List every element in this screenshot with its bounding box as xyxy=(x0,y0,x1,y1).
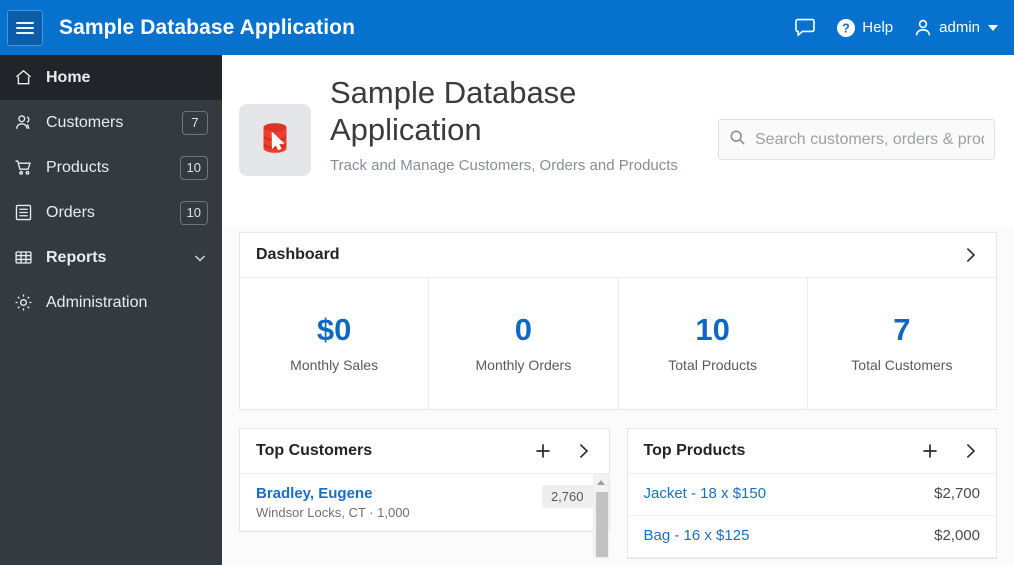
people-icon xyxy=(14,113,40,132)
chevron-down-icon[interactable] xyxy=(192,250,208,266)
sidebar-item-label: Customers xyxy=(46,113,124,131)
sidebar-badge-customers: 7 xyxy=(182,110,208,135)
top-customers-scrollbar[interactable] xyxy=(592,474,609,559)
table-row[interactable]: Jacket - 18 x $150 $2,700 xyxy=(627,474,996,516)
sidebar-item-orders[interactable]: Orders 10 xyxy=(0,190,222,235)
hero-text: Sample Database Application Track and Ma… xyxy=(330,75,700,176)
plus-icon[interactable] xyxy=(533,441,553,461)
list-icon xyxy=(14,203,40,222)
svg-text:?: ? xyxy=(842,21,850,35)
product-name-link[interactable]: Jacket - 18 x $150 xyxy=(644,485,767,502)
kpi-total-customers[interactable]: 7 Total Customers xyxy=(808,278,996,409)
hero-section: Sample Database Application Track and Ma… xyxy=(222,55,1014,227)
top-customers-card: Top Customers Bradley, Eugene Windsor Lo… xyxy=(239,428,610,532)
chevron-right-icon[interactable] xyxy=(960,245,980,265)
top-customers-title: Top Customers xyxy=(256,442,373,459)
sidebar-item-products[interactable]: Products 10 xyxy=(0,145,222,190)
top-products-card: Top Products Jacket - 18 x $150 $2,700 B… xyxy=(626,428,997,559)
sidebar-navigation: Home Customers 7 Products 10 Orders 10 R… xyxy=(0,55,222,565)
kpi-value: 7 xyxy=(893,312,911,347)
table-row[interactable]: Bag - 16 x $125 $2,000 xyxy=(627,516,996,558)
plus-icon[interactable] xyxy=(920,441,940,461)
search-icon xyxy=(729,129,746,151)
caret-down-icon xyxy=(988,24,998,31)
cart-icon xyxy=(14,158,40,177)
sidebar-item-reports[interactable]: Reports xyxy=(0,235,222,280)
kpi-monthly-orders[interactable]: 0 Monthly Orders xyxy=(429,278,619,409)
sidebar-item-label: Home xyxy=(46,68,91,86)
kpi-label: Total Products xyxy=(668,357,757,373)
database-cursor-icon xyxy=(252,115,298,166)
kpi-row: $0 Monthly Sales 0 Monthly Orders 10 Tot… xyxy=(240,278,996,409)
customer-value-badge: 2,760 xyxy=(541,485,593,508)
customer-name-link[interactable]: Bradley, Eugene xyxy=(256,485,410,502)
search-box[interactable] xyxy=(718,119,995,160)
header-actions: ? Help admin xyxy=(794,18,1014,38)
sidebar-item-label: Products xyxy=(46,158,110,176)
chat-bubble-icon[interactable] xyxy=(794,18,816,38)
application-window: Sample Database Application ? Help admin… xyxy=(0,0,1014,565)
dashboard-card-header: Dashboard xyxy=(240,233,996,278)
app-title: Sample Database Application xyxy=(59,15,356,39)
hamburger-menu-icon[interactable] xyxy=(7,9,43,46)
kpi-total-products[interactable]: 10 Total Products xyxy=(619,278,808,409)
chevron-right-icon[interactable] xyxy=(960,441,980,461)
kpi-label: Total Customers xyxy=(851,357,953,373)
kpi-value: 10 xyxy=(695,312,730,347)
sidebar-item-administration[interactable]: Administration xyxy=(0,280,222,325)
product-amount: $2,000 xyxy=(934,527,980,544)
help-label: Help xyxy=(862,19,894,36)
question-circle-icon: ? xyxy=(836,18,856,38)
person-icon xyxy=(913,18,933,38)
kpi-monthly-sales[interactable]: $0 Monthly Sales xyxy=(240,278,430,409)
dashboard-card: Dashboard $0 Monthly Sales 0 Monthly Ord… xyxy=(239,232,997,410)
kpi-label: Monthly Orders xyxy=(475,357,572,373)
help-button[interactable]: ? Help xyxy=(836,18,893,38)
user-label: admin xyxy=(939,19,980,36)
top-products-title: Top Products xyxy=(643,442,746,459)
home-icon xyxy=(14,68,40,87)
app-logo xyxy=(239,104,311,176)
main-content: Sample Database Application Track and Ma… xyxy=(222,55,1014,565)
sidebar-item-label: Orders xyxy=(46,203,95,221)
sidebar-badge-products: 10 xyxy=(179,155,208,180)
user-menu[interactable]: admin xyxy=(913,18,998,38)
product-name-link[interactable]: Bag - 16 x $125 xyxy=(644,527,750,544)
top-header-bar: Sample Database Application ? Help admin xyxy=(0,0,1014,55)
dashboard-title: Dashboard xyxy=(256,246,340,263)
page-subtitle: Track and Manage Customers, Orders and P… xyxy=(330,157,678,175)
sidebar-item-customers[interactable]: Customers 7 xyxy=(0,100,222,145)
customer-detail: Windsor Locks, CT · 1,000 xyxy=(256,505,410,520)
page-title: Sample Database Application xyxy=(330,75,577,147)
sidebar-item-label: Reports xyxy=(46,248,107,266)
chevron-right-icon[interactable] xyxy=(573,441,593,461)
gear-icon xyxy=(14,293,40,312)
product-amount: $2,700 xyxy=(934,485,980,502)
kpi-label: Monthly Sales xyxy=(290,357,379,373)
sidebar-badge-orders: 10 xyxy=(179,200,208,225)
kpi-value: 0 xyxy=(514,312,532,347)
sidebar-item-home[interactable]: Home xyxy=(0,55,222,100)
table-row[interactable]: Bradley, Eugene Windsor Locks, CT · 1,00… xyxy=(240,474,609,531)
top-products-header: Top Products xyxy=(627,429,996,474)
search-input[interactable] xyxy=(755,130,984,149)
kpi-value: $0 xyxy=(316,312,352,347)
scrollbar-thumb[interactable] xyxy=(595,492,608,557)
bottom-cards-row: Top Customers Bradley, Eugene Windsor Lo… xyxy=(239,428,997,559)
triangle-up-icon[interactable] xyxy=(594,474,609,490)
top-customers-header: Top Customers xyxy=(240,429,609,474)
table-icon xyxy=(14,248,40,267)
sidebar-item-label: Administration xyxy=(46,293,148,311)
